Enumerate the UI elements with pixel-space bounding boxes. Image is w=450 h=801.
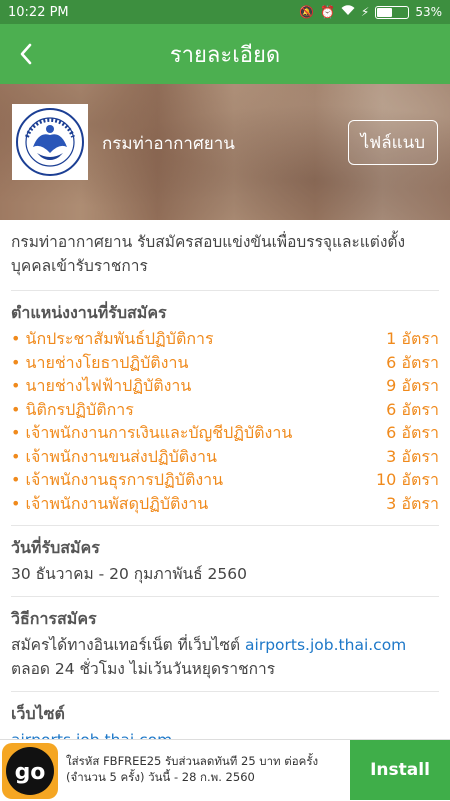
position-count: 6 อัตรา xyxy=(386,352,439,372)
organization-name: กรมท่าอากาศยาน xyxy=(102,134,235,154)
mute-icon: 🔕 xyxy=(298,5,314,19)
wifi-icon xyxy=(341,5,355,19)
positions-title: ตำแหน่งงานที่รับสมัคร xyxy=(11,303,167,322)
position-count: 10 อัตรา xyxy=(375,470,439,489)
website-title: เว็บไซต์ xyxy=(11,704,65,723)
position-name: • นายช่างไฟฟ้าปฏิบัติงาน xyxy=(11,376,192,395)
alarm-icon: ⏰ xyxy=(319,5,335,19)
detail-content: กรมท่าอากาศยาน รับสมัครสอบแข่งขันเพื่อบร… xyxy=(0,220,450,762)
position-count: 3 อัตรา xyxy=(386,493,439,513)
airport-department-seal-icon xyxy=(16,108,84,176)
dates-title: วันที่รับสมัคร xyxy=(11,538,100,557)
position-row: • เจ้าพนักงานพัสดุปฏิบัติงาน 3 อัตรา xyxy=(11,492,439,516)
dates-section: วันที่รับสมัคร 30 ธันวาคม - 20 กุมภาพันธ… xyxy=(11,526,439,597)
positions-list: • นักประชาสัมพันธ์ปฏิบัติการ 1 อัตรา • นาย… xyxy=(11,327,439,515)
position-name: • นักประชาสัมพันธ์ปฏิบัติการ xyxy=(11,329,214,348)
positions-section: ตำแหน่งงานที่รับสมัคร • นักประชาสัมพันธ์… xyxy=(11,291,439,526)
method-text-suffix: ตลอด 24 ชั่วโมง ไม่เว้นวันหยุดราชการ xyxy=(11,660,276,678)
position-name: • นายช่างโยธาปฏิบัติงาน xyxy=(11,352,189,372)
position-row: • เจ้าพนักงานการเงินและบัญชีปฏิบัติงาน 6 … xyxy=(11,421,439,445)
method-section: วิธีการสมัคร สมัครได้ทางอินเทอร์เน็ต ที่… xyxy=(11,597,439,692)
position-row: • เจ้าพนักงานธุรการปฏิบัติงาน 10 อัตรา xyxy=(11,468,439,492)
header-banner: กรมท่าอากาศยาน ไฟล์แนบ xyxy=(0,84,450,220)
charging-icon: ⚡ xyxy=(360,5,370,19)
position-name: • เจ้าพนักงานพัสดุปฏิบัติงาน xyxy=(11,493,209,513)
method-text: สมัครได้ทางอินเทอร์เน็ต ที่เว็บไซต์ airp… xyxy=(11,633,439,681)
dates-value: 30 ธันวาคม - 20 กุมภาพันธ์ 2560 xyxy=(11,565,247,583)
position-row: • นักประชาสัมพันธ์ปฏิบัติการ 1 อัตรา xyxy=(11,327,439,351)
ad-app-icon[interactable]: go xyxy=(0,740,60,801)
department-logo xyxy=(12,104,88,180)
position-count: 9 อัตรา xyxy=(386,376,439,395)
method-text-prefix: สมัครได้ทางอินเทอร์เน็ต ที่เว็บไซต์ xyxy=(11,636,246,654)
position-row: • นายช่างโยธาปฏิบัติงาน 6 อัตรา xyxy=(11,351,439,375)
battery-icon xyxy=(375,5,410,19)
position-row: • นิติกรปฏิบัติการ 6 อัตรา xyxy=(11,398,439,422)
status-bar: 10:22 PM 🔕 ⏰ ⚡ 53% xyxy=(0,0,450,24)
method-title: วิธีการสมัคร xyxy=(11,609,97,628)
method-link[interactable]: airports.job.thai.com xyxy=(245,636,406,654)
ad-text-line-1: ใส่รหัส FBFREE25 รับส่วนลดทันที 25 บาท ต… xyxy=(66,754,319,768)
ad-banner[interactable]: go ใส่รหัส FBFREE25 รับส่วนลดทันที 25 บา… xyxy=(0,739,450,800)
position-row: • นายช่างไฟฟ้าปฏิบัติงาน 9 อัตรา xyxy=(11,374,439,398)
status-icons: 🔕 ⏰ ⚡ 53% xyxy=(299,5,442,19)
app-bar: รายละเอียด xyxy=(0,24,450,84)
ad-text-line-2: (จำนวน 5 ครั้ง) วันนี้ - 28 ก.พ. 2560 xyxy=(66,770,255,784)
battery-percent: 53% xyxy=(415,5,442,19)
position-count: 6 อัตรา xyxy=(386,399,439,419)
position-name: • เจ้าพนักงานธุรการปฏิบัติงาน xyxy=(11,470,224,489)
job-description: กรมท่าอากาศยาน รับสมัครสอบแข่งขันเพื่อบร… xyxy=(11,230,439,291)
position-count: 6 อัตรา xyxy=(386,423,439,442)
position-row: • เจ้าพนักงานขนส่งปฏิบัติงาน 3 อัตรา xyxy=(11,445,439,469)
position-name: • นิติกรปฏิบัติการ xyxy=(11,399,134,419)
back-arrow-icon[interactable] xyxy=(10,38,42,70)
attachment-button[interactable]: ไฟล์แนบ xyxy=(347,120,438,165)
ad-logo-text: go xyxy=(15,760,46,785)
page-title: รายละเอียด xyxy=(169,42,281,68)
status-time: 10:22 PM xyxy=(8,4,69,20)
install-button[interactable]: Install xyxy=(350,740,450,800)
position-count: 3 อัตรา xyxy=(386,446,439,466)
position-name: • เจ้าพนักงานขนส่งปฏิบัติงาน xyxy=(11,446,217,466)
position-name: • เจ้าพนักงานการเงินและบัญชีปฏิบัติงาน xyxy=(11,423,293,442)
ad-text[interactable]: ใส่รหัส FBFREE25 รับส่วนลดทันที 25 บาท ต… xyxy=(60,740,350,800)
position-count: 1 อัตรา xyxy=(386,329,439,348)
